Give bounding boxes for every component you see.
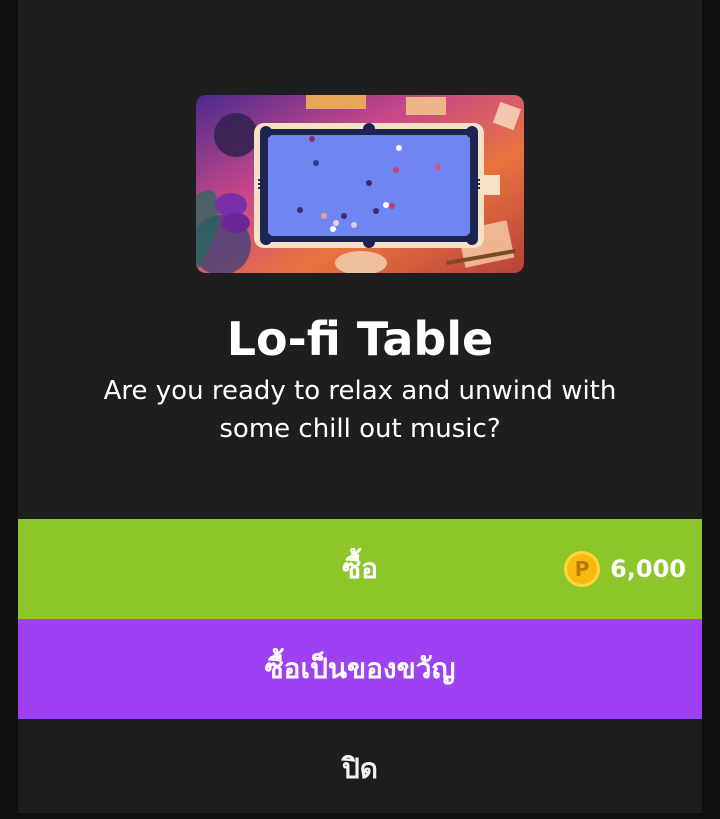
product-title: Lo-fi Table: [226, 312, 494, 366]
gift-button[interactable]: ซื้อเป็นของขวัญ: [18, 619, 702, 719]
product-image: [196, 95, 524, 273]
product-description: Are you ready to relax and unwind with s…: [103, 376, 617, 444]
gift-button-label: ซื้อเป็นของขวัญ: [264, 652, 456, 685]
buy-button[interactable]: ซื้อ P 6,000: [18, 519, 702, 619]
close-button-label: ปิด: [342, 752, 378, 785]
close-button[interactable]: ปิด: [18, 719, 702, 813]
price-value: 6,000: [610, 555, 686, 583]
coin-symbol: P: [574, 557, 590, 581]
product-dialog: Lo-fi Table Are you ready to relax and u…: [18, 0, 702, 813]
coin-icon: P: [564, 551, 601, 587]
price-tag: P 6,000: [564, 549, 686, 589]
